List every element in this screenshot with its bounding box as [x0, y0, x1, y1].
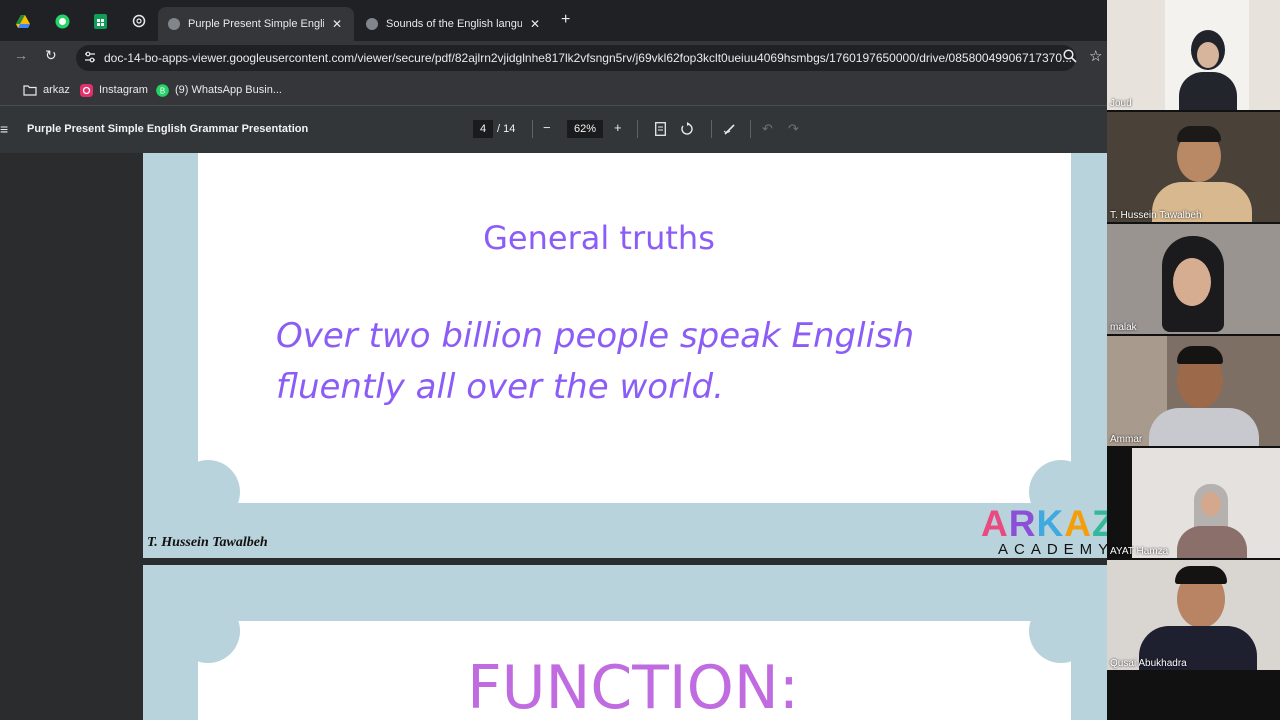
- participant-name: malak: [1110, 322, 1137, 333]
- chatgpt-tab[interactable]: [126, 8, 152, 34]
- globe-icon: [168, 18, 180, 30]
- rotate-icon[interactable]: [680, 122, 694, 141]
- tab-title: Purple Present Simple English Grammar Pr…: [188, 18, 324, 30]
- participant-body: [1149, 408, 1259, 446]
- participant-hair: [1175, 566, 1227, 584]
- slide-heading: General truths: [483, 219, 715, 257]
- forward-icon[interactable]: →: [14, 47, 28, 63]
- reload-icon[interactable]: ↻: [45, 47, 57, 64]
- bookmark-label: Instagram: [99, 84, 148, 96]
- tab-sounds-english[interactable]: Sounds of the English language ✕: [356, 7, 552, 41]
- participant-tile[interactable]: malak: [1107, 224, 1280, 334]
- browser-tab-strip: Purple Present Simple English Grammar Pr…: [0, 0, 1107, 41]
- participant-tile[interactable]: Joud: [1107, 0, 1280, 110]
- slide-frame-corner: [176, 460, 240, 524]
- bookmark-label: (9) WhatsApp Busin...: [175, 84, 282, 96]
- whatsapp-icon: B: [156, 83, 169, 97]
- site-info-icon[interactable]: [84, 51, 96, 63]
- bookmark-star-icon[interactable]: ☆: [1089, 47, 1102, 65]
- participant-hair: [1177, 126, 1221, 142]
- slide-page-5: FUNCTION:: [143, 565, 1107, 720]
- zoom-search-icon[interactable]: [1063, 49, 1077, 68]
- toolbar-divider: [750, 120, 751, 138]
- pdf-viewport[interactable]: General truths Over two billion people s…: [0, 153, 1107, 720]
- toolbar-divider: [532, 120, 533, 138]
- participant-hair: [1177, 346, 1223, 364]
- instagram-icon: [80, 83, 93, 97]
- bookmarks-bar: arkaz Instagram B (9) WhatsApp Busin...: [0, 74, 1107, 106]
- page-total: / 14: [497, 123, 516, 135]
- close-tab-icon[interactable]: ✕: [528, 17, 542, 31]
- folder-icon: [23, 84, 37, 96]
- participant-face: [1173, 258, 1211, 306]
- toolbar-divider: [637, 120, 638, 138]
- slide-heading: FUNCTION:: [467, 653, 799, 720]
- arkaz-logo: ARKAZ: [981, 503, 1107, 544]
- document-title: Purple Present Simple English Grammar Pr…: [27, 123, 309, 135]
- google-drive-tab[interactable]: [10, 8, 36, 34]
- zoom-out-button[interactable]: −: [543, 120, 551, 135]
- slide-body-line-1: Over two billion people speak English: [276, 316, 915, 356]
- participant-name: Joud: [1110, 98, 1132, 109]
- svg-text:B: B: [160, 86, 165, 95]
- tab-title: Sounds of the English language: [386, 18, 522, 30]
- sheets-icon: [93, 13, 107, 29]
- google-sheets-tab[interactable]: [87, 8, 113, 34]
- menu-icon[interactable]: ≡: [0, 121, 8, 137]
- browser-toolbar: → ↻ doc-14-bo-apps-viewer.googleusercont…: [0, 41, 1107, 74]
- toolbar-divider: [711, 120, 712, 138]
- participants-panel: Joud T. Hussein Tawalbeh malak Ammar AYA…: [1107, 0, 1280, 720]
- slide-body-line-2: fluently all over the world.: [276, 367, 724, 407]
- close-tab-icon[interactable]: ✕: [330, 17, 344, 31]
- whatsapp-icon: [55, 14, 69, 28]
- tab-purple-present[interactable]: Purple Present Simple English Grammar Pr…: [158, 7, 354, 41]
- url-text: doc-14-bo-apps-viewer.googleusercontent.…: [104, 51, 1072, 65]
- slide-footer-author: T. Hussein Tawalbeh: [147, 535, 268, 550]
- participant-name: AYAT Hamza: [1110, 546, 1169, 557]
- fit-page-icon[interactable]: [655, 122, 666, 141]
- annotate-pen-icon[interactable]: [723, 122, 737, 141]
- participant-name: Ammar: [1110, 434, 1143, 445]
- pdf-toolbar: ≡ Purple Present Simple English Grammar …: [0, 106, 1107, 153]
- zoom-in-button[interactable]: +: [614, 120, 622, 135]
- participant-body: [1179, 72, 1237, 110]
- address-bar[interactable]: doc-14-bo-apps-viewer.googleusercontent.…: [76, 45, 1076, 71]
- participant-tile[interactable]: T. Hussein Tawalbeh: [1107, 112, 1280, 222]
- slide-page-4: General truths Over two billion people s…: [143, 153, 1107, 558]
- bookmark-label: arkaz: [43, 84, 70, 96]
- globe-icon: [366, 18, 378, 30]
- participant-name: Qusai Abukhadra: [1110, 658, 1187, 669]
- redo-icon[interactable]: ↷: [788, 121, 799, 137]
- whatsapp-tab[interactable]: [49, 8, 75, 34]
- bookmark-arkaz[interactable]: arkaz: [23, 81, 70, 99]
- google-drive-icon: [16, 14, 30, 28]
- bookmark-instagram[interactable]: Instagram: [80, 81, 148, 99]
- undo-icon[interactable]: ↶: [762, 121, 773, 137]
- participant-tile[interactable]: AYAT Hamza: [1107, 448, 1280, 558]
- participant-name: T. Hussein Tawalbeh: [1110, 210, 1202, 221]
- participant-tile[interactable]: Qusai Abukhadra: [1107, 560, 1280, 670]
- participant-body: [1177, 526, 1247, 558]
- arkaz-logo-subtitle: ACADEMY: [998, 541, 1107, 558]
- participant-face: [1201, 492, 1221, 516]
- new-tab-button[interactable]: +: [561, 11, 570, 29]
- openai-icon: [132, 14, 146, 28]
- video-letterbox: [1107, 448, 1132, 558]
- participant-tile[interactable]: Ammar: [1107, 336, 1280, 446]
- bookmark-whatsapp-business[interactable]: B (9) WhatsApp Busin...: [156, 81, 282, 99]
- page-number-input[interactable]: 4: [473, 120, 493, 138]
- zoom-level-input[interactable]: 62%: [567, 120, 603, 138]
- participant-face: [1197, 42, 1219, 68]
